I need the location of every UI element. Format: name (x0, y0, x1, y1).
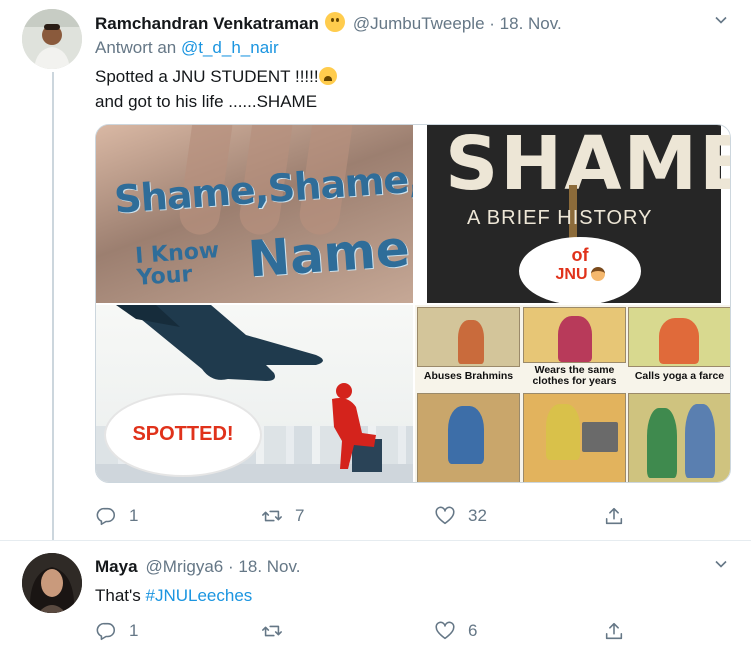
tweet-date[interactable]: 18. Nov. (238, 557, 300, 576)
computer-shape (582, 422, 618, 452)
comic-caption: Wears the same clothes for years (532, 364, 617, 387)
reply-to-prefix: Antwort an (95, 38, 177, 57)
reply-to-handle-link[interactable]: @t_d_h_nair (181, 38, 279, 57)
image-text: Name (246, 219, 412, 289)
reply-button[interactable]: 1 (95, 503, 138, 529)
book-title: SHAME (445, 125, 731, 207)
sitting-figure-illustration (332, 383, 382, 472)
retweet-button[interactable]: 7 (261, 503, 304, 529)
bubble-text: of (571, 245, 589, 265)
media-grid: Shame,Shame, I Know Your Name SHAME A BR… (95, 124, 731, 483)
avatar[interactable] (22, 553, 82, 613)
figure-shape (685, 404, 715, 478)
hashtag-link[interactable]: #JNULeeches (146, 586, 253, 605)
tweet-text-prefix: That's (95, 586, 146, 605)
speech-bubble: SPOTTED! (104, 393, 262, 477)
heart-icon (435, 506, 455, 525)
tweet-actions: 1 6 (95, 618, 635, 644)
reply-icon (96, 622, 116, 641)
like-button[interactable]: 32 (434, 503, 487, 529)
tweet-text: Spotted a JNU STUDENT !!!!! and got to h… (95, 64, 337, 114)
like-button[interactable]: 6 (434, 618, 477, 644)
figure-shape (448, 406, 484, 464)
pointing-hand-illustration (116, 305, 323, 381)
share-icon (605, 622, 623, 640)
comic-panel (417, 307, 520, 367)
reply-count: 1 (129, 506, 139, 525)
smiley-emoji-icon (324, 12, 345, 32)
retweet-icon (262, 625, 282, 637)
comic-panel (523, 307, 626, 363)
share-icon (605, 507, 623, 525)
retweet-icon (262, 510, 282, 522)
figure-shape (458, 320, 484, 364)
comic-caption: Abuses Brahmins (423, 370, 514, 382)
separator: · (228, 557, 234, 576)
share-button[interactable] (603, 618, 625, 644)
tweet[interactable]: Maya @Mrigya6 · 18. Nov. That's #JNULeech… (0, 540, 751, 650)
bubble-text: SPOTTED! (132, 423, 234, 445)
share-button[interactable] (603, 503, 625, 529)
reply-button[interactable]: 1 (95, 618, 138, 644)
figure-shape (647, 408, 677, 478)
tweet-actions: 1 7 32 (95, 503, 635, 529)
tweet-text: That's #JNULeeches (95, 583, 252, 608)
like-count: 32 (468, 506, 487, 525)
user-handle[interactable]: @JumbuTweeple (353, 14, 485, 33)
image-text-line: Your (135, 262, 194, 291)
display-name[interactable]: Maya (95, 557, 138, 576)
media-image-spotted[interactable]: SPOTTED! (96, 305, 413, 482)
user-handle[interactable]: @Mrigya6 (146, 557, 224, 576)
chevron-down-icon[interactable] (713, 12, 729, 28)
bubble-text: JNU (519, 266, 641, 284)
bubble-text-jnu: JNU (555, 266, 588, 283)
tired-face-emoji-icon (318, 67, 337, 85)
book-cover: SHAME A BRIEF HISTORY of JNU (427, 125, 730, 303)
figure-shape (659, 318, 699, 364)
heart-icon (435, 621, 455, 640)
display-name[interactable]: Ramchandran Venkatraman (95, 14, 319, 33)
separator: · (489, 14, 495, 33)
figure-shape (546, 404, 580, 460)
tweet-header: Ramchandran Venkatraman @JumbuTweeple · 1… (95, 12, 562, 34)
comic-panel (417, 393, 520, 482)
book-subtitle: A BRIEF HISTORY (467, 207, 653, 229)
thread-line (52, 72, 54, 540)
chevron-down-icon[interactable] (713, 556, 729, 572)
speech-bubble: of JNU (519, 237, 641, 303)
retweet-button[interactable] (261, 618, 295, 644)
reply-icon (96, 507, 116, 526)
facepalm-emoji-icon (590, 267, 605, 281)
avatar[interactable] (22, 9, 82, 69)
media-image-shame-name[interactable]: Shame,Shame, I Know Your Name (96, 125, 413, 303)
comic-panel (523, 393, 626, 482)
retweet-count: 7 (295, 506, 305, 525)
tweet[interactable]: Ramchandran Venkatraman @JumbuTweeple · 1… (0, 0, 751, 540)
tweet-date[interactable]: 18. Nov. (500, 14, 562, 33)
comic-panel (628, 307, 730, 367)
image-text: I Know Your (134, 238, 222, 291)
reply-count: 1 (129, 621, 139, 640)
tweet-header: Maya @Mrigya6 · 18. Nov. (95, 557, 300, 577)
comic-panel (628, 393, 730, 482)
figure-shape (558, 316, 592, 362)
comic-caption: Calls yoga a farce (634, 370, 725, 382)
media-image-shame-history[interactable]: SHAME A BRIEF HISTORY of JNU (415, 125, 730, 303)
tweet-text-line: Spotted a JNU STUDENT !!!!! (95, 67, 319, 86)
like-count: 6 (468, 621, 478, 640)
reply-to: Antwort an @t_d_h_nair (95, 38, 279, 58)
tweet-text-line: and got to his life ......SHAME (95, 92, 318, 111)
media-image-comic[interactable]: Abuses Brahmins Wears the same clothes f… (415, 305, 730, 482)
